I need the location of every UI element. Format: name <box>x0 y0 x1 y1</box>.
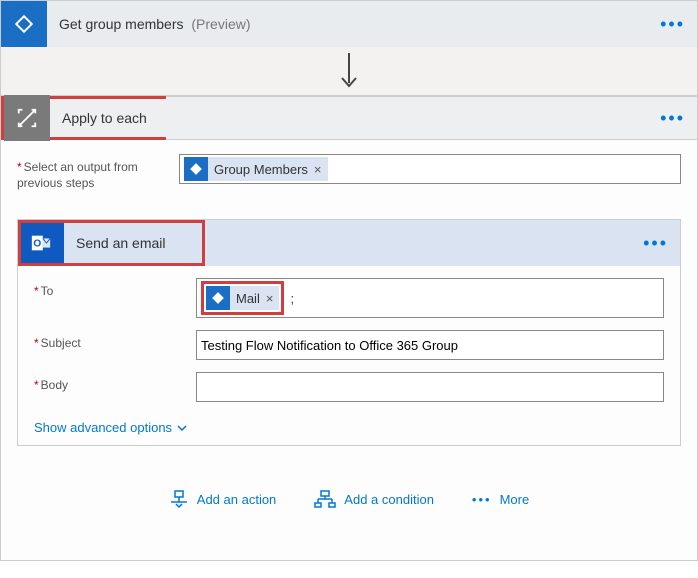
add-action-button[interactable]: Add an action <box>169 490 277 508</box>
mail-chip[interactable]: Mail × <box>206 286 279 310</box>
select-output-field[interactable]: Group Members × <box>179 154 681 184</box>
action-menu-button[interactable]: ••• <box>660 14 685 35</box>
ellipsis-icon: ••• <box>472 492 492 507</box>
subject-label: *Subject <box>34 330 184 352</box>
chip-remove-icon[interactable]: × <box>266 291 274 306</box>
subject-input[interactable] <box>197 332 663 359</box>
subject-field-wrap <box>196 330 664 360</box>
send-email-menu-button[interactable]: ••• <box>643 233 668 254</box>
azure-ad-icon <box>206 286 230 310</box>
more-button[interactable]: ••• More <box>472 490 529 508</box>
action-title-text: Get group members <box>59 16 184 32</box>
to-label: *To <box>34 278 184 300</box>
add-action-icon <box>169 490 189 508</box>
azure-ad-icon <box>184 157 208 181</box>
chip-label: Group Members <box>214 162 308 177</box>
add-condition-icon <box>314 490 336 508</box>
foreach-menu-button[interactable]: ••• <box>660 108 685 129</box>
body-label: *Body <box>34 372 184 394</box>
to-suffix: ; <box>290 291 294 306</box>
show-advanced-link[interactable]: Show advanced options <box>34 420 188 435</box>
foreach-title: Apply to each <box>50 110 147 126</box>
get-group-members-header[interactable]: Get group members (Preview) ••• <box>1 1 697 47</box>
body-field-wrap <box>196 372 664 402</box>
send-email-title: Send an email <box>64 235 166 251</box>
add-condition-button[interactable]: Add a condition <box>314 490 434 508</box>
send-email-header[interactable]: O Send an email ••• <box>18 220 680 266</box>
azure-ad-icon <box>1 1 47 47</box>
svg-text:O: O <box>33 239 41 250</box>
select-output-label: *Select an output from previous steps <box>17 154 167 191</box>
chip-remove-icon[interactable]: × <box>314 162 322 177</box>
preview-label: (Preview) <box>191 16 250 32</box>
outlook-icon: O <box>18 220 64 266</box>
highlight-box: Mail × <box>201 281 284 315</box>
chevron-down-icon <box>176 422 188 434</box>
to-field[interactable]: Mail × ; <box>196 278 664 318</box>
group-members-chip[interactable]: Group Members × <box>184 157 328 181</box>
connector-arrow <box>1 47 697 95</box>
action-title: Get group members (Preview) <box>47 16 251 32</box>
loop-icon <box>4 95 50 141</box>
chip-label: Mail <box>236 291 260 306</box>
send-email-card: O Send an email ••• *To <box>17 219 681 446</box>
apply-to-each-header[interactable]: Apply to each <box>1 96 166 140</box>
body-input[interactable] <box>197 374 663 401</box>
